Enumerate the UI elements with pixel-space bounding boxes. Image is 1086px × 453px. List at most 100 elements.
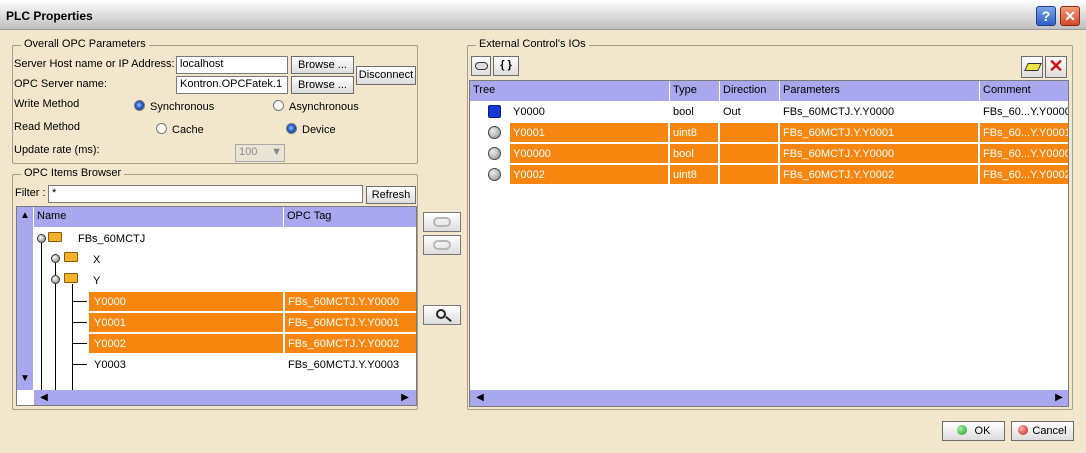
io-parameters[interactable]: FBs_60MCTJ.Y.Y0002 [780,166,897,185]
tree-node-y[interactable]: Y [90,272,103,291]
browse-host-button[interactable]: Browse ... [291,56,354,74]
tree-item-tag[interactable]: FBs_60MCTJ.Y.Y0003 [285,356,402,375]
group-legend: Overall OPC Parameters [21,38,149,50]
tree-item-name[interactable]: Y0003 [91,356,129,375]
io-parameters[interactable]: FBs_60MCTJ.Y.Y0001 [780,124,897,143]
row-highlight [720,165,778,184]
scroll-up-icon[interactable]: ▲ [17,208,33,224]
io-comment[interactable]: FBs_60...Y.Y0002 [980,166,1068,185]
chevron-down-icon: ▼ [271,146,282,158]
scroll-right-icon[interactable]: ▶ [397,390,413,405]
comment-column-header[interactable]: Comment [980,81,1068,101]
tree-line [72,301,87,302]
io-type[interactable]: uint8 [670,166,700,185]
tree-item-name[interactable]: Y0002 [91,335,129,354]
io-type[interactable]: uint8 [670,124,700,143]
close-button[interactable]: ✕ [1060,6,1080,26]
window-title: PLC Properties [6,9,93,23]
io-comment[interactable]: FBs_60...Y.Y0000 [980,145,1068,164]
tree-item-tag[interactable]: FBs_60MCTJ.Y.Y0000 [285,293,402,312]
search-button[interactable] [423,305,461,325]
group-legend: External Control's IOs [476,38,589,50]
read-cache-radio[interactable] [156,123,167,134]
external-ios-table: Tree Type Direction Parameters Comment Y… [469,80,1069,407]
write-sync-label: Synchronous [150,101,215,113]
opc-tag-column-header[interactable]: OPC Tag [284,207,416,227]
status-inactive-icon[interactable] [488,126,501,139]
io-parameters[interactable]: FBs_60MCTJ.Y.Y0000 [780,145,897,164]
tree-item-name[interactable]: Y0001 [91,314,129,333]
server-input[interactable]: Kontron.OPCFatek.1 [176,76,288,94]
eraser-icon [1024,63,1042,71]
expand-node-icon[interactable] [51,254,60,263]
status-inactive-icon[interactable] [488,147,501,160]
tree-line [72,343,87,344]
io-direction[interactable] [720,166,726,185]
read-method-label: Read Method [14,121,81,133]
read-cache-label: Cache [172,124,204,136]
link-icon [433,217,451,227]
host-input[interactable]: localhost [176,56,288,74]
read-device-radio[interactable] [286,123,297,134]
tree-line [72,284,73,390]
direction-column-header[interactable]: Direction [720,81,780,101]
update-rate-select[interactable]: 100 ▼ [235,144,285,162]
type-column-header[interactable]: Type [670,81,720,101]
cancel-button[interactable]: Cancel [1011,421,1074,441]
tree-node-x[interactable]: X [90,251,103,270]
io-direction[interactable]: Out [720,103,744,122]
io-type[interactable]: bool [670,145,697,164]
collapse-node-icon[interactable] [37,234,46,243]
collapse-node-icon[interactable] [51,275,60,284]
status-active-icon[interactable] [488,105,501,118]
io-name[interactable]: Y0000 [510,103,548,122]
io-parameters[interactable]: FBs_60MCTJ.Y.Y0000 [780,103,897,122]
filter-input[interactable]: * [48,185,363,203]
scroll-right-icon[interactable]: ▶ [1051,390,1067,406]
scroll-down-icon[interactable]: ▼ [17,371,33,387]
host-label: Server Host name or IP Address: [14,58,175,70]
tree-root-label[interactable]: FBs_60MCTJ [75,230,148,249]
io-direction[interactable] [720,145,726,164]
parameters-column-header[interactable]: Parameters [780,81,980,101]
refresh-button[interactable]: Refresh [366,186,416,204]
io-comment[interactable]: FBs_60...Y.Y0000 [980,103,1068,122]
folder-open-icon [64,273,78,283]
link-add-button[interactable] [423,212,461,232]
write-sync-radio[interactable] [134,100,145,111]
io-name[interactable]: Y0001 [510,124,548,143]
scroll-left-icon[interactable]: ◀ [472,390,488,406]
horizontal-scrollbar[interactable] [34,390,416,405]
io-name[interactable]: Y0002 [510,166,548,185]
tree-item-tag[interactable]: FBs_60MCTJ.Y.Y0002 [285,335,402,354]
help-button[interactable]: ? [1036,6,1056,26]
update-rate-label: Update rate (ms): [14,144,100,156]
delete-button[interactable]: ✕ [1045,56,1067,78]
tree-item-name[interactable]: Y0000 [91,293,129,312]
ok-icon [956,425,967,435]
disconnect-button[interactable]: Disconnect [356,66,416,85]
link-remove-button[interactable] [423,235,461,255]
io-comment[interactable]: FBs_60...Y.Y0001 [980,124,1068,143]
eraser-button[interactable] [1021,56,1043,78]
vertical-scrollbar[interactable] [17,207,33,390]
braces-button[interactable]: { } [493,56,519,76]
write-async-radio[interactable] [273,100,284,111]
tree-line [72,364,87,365]
ok-label: OK [974,425,991,437]
io-direction[interactable] [720,124,726,143]
name-column-header[interactable]: Name [34,207,284,227]
chain-icon [433,240,451,250]
browse-server-button[interactable]: Browse ... [291,76,354,94]
io-name[interactable]: Y00000 [510,145,554,164]
horizontal-scrollbar[interactable] [470,390,1068,406]
scroll-left-icon[interactable]: ◀ [36,390,52,405]
status-inactive-icon[interactable] [488,168,501,181]
read-device-label: Device [302,124,336,136]
tree-item-tag[interactable]: FBs_60MCTJ.Y.Y0001 [285,314,402,333]
toggle-view-button[interactable] [471,56,491,76]
ok-button[interactable]: OK [942,421,1005,441]
io-type[interactable]: bool [670,103,697,122]
tree-column-header[interactable]: Tree [470,81,670,101]
write-async-label: Asynchronous [289,101,359,113]
